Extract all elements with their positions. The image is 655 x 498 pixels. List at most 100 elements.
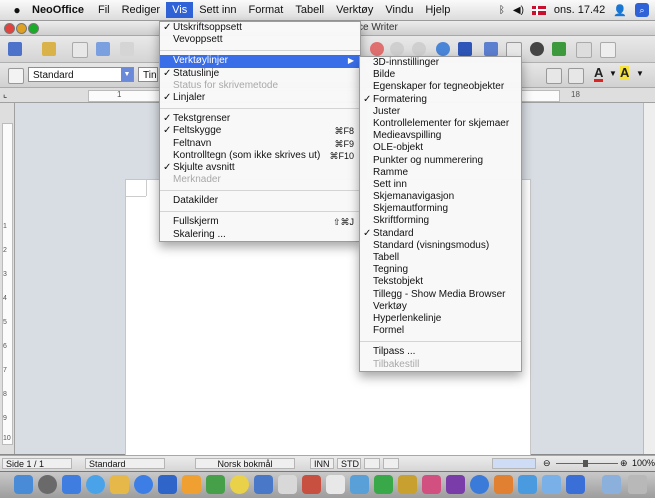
- menu-format[interactable]: Format: [243, 2, 290, 18]
- toolbar-item-ramme[interactable]: Ramme: [360, 167, 521, 179]
- toolbar-item-medieavspilling[interactable]: Medieavspilling: [360, 130, 521, 142]
- save-icon[interactable]: [72, 42, 88, 58]
- open-folder-icon[interactable]: [42, 42, 56, 56]
- toolbar-item-tekstobjekt[interactable]: Tekstobjekt: [360, 276, 521, 288]
- apple-menu-icon[interactable]: ●: [6, 3, 28, 17]
- imovie-icon[interactable]: [206, 475, 225, 494]
- toolbar-item-punkter-og-nummerering[interactable]: Punkter og nummerering: [360, 155, 521, 167]
- toolbar-item-skriftforming[interactable]: Skriftforming: [360, 215, 521, 227]
- vis-item-datakilder[interactable]: Datakilder: [160, 195, 360, 207]
- vis-item-skalering[interactable]: Skalering ...: [160, 229, 360, 241]
- app-icon[interactable]: [446, 475, 465, 494]
- new-document-icon[interactable]: [8, 42, 22, 56]
- language-indicator[interactable]: Norsk bokmål: [195, 458, 295, 469]
- datasource-icon[interactable]: [552, 42, 566, 56]
- page-style-indicator[interactable]: Standard: [85, 458, 165, 469]
- font-color-icon[interactable]: A: [594, 66, 604, 82]
- toolbar-item-standard[interactable]: ✓ Standard: [360, 228, 521, 240]
- menu-hjelp[interactable]: Hjelp: [419, 2, 456, 18]
- iphoto-icon[interactable]: [182, 475, 201, 494]
- toolbar-item-kontrollelementer-for-skjemaer[interactable]: Kontrollelementer for skjemaer: [360, 118, 521, 130]
- toolbar-item-tilpass[interactable]: Tilpass ...: [360, 346, 521, 358]
- menu-vis[interactable]: Vis: [166, 2, 194, 18]
- vertical-scrollbar[interactable]: [643, 103, 655, 454]
- vis-item-feltnavn[interactable]: Feltnavn ⌘F9: [160, 138, 360, 150]
- navigator-icon[interactable]: [370, 42, 384, 56]
- zoom-in-icon[interactable]: ⊕: [620, 458, 628, 469]
- toolbar-item-verktoy[interactable]: Verktøy: [360, 301, 521, 313]
- spotlight-icon[interactable]: ⌕: [635, 3, 649, 17]
- vis-item-fullskjerm[interactable]: Fullskjerm ⇧⌘J: [160, 216, 360, 228]
- toolbar-item-formatering[interactable]: ✓ Formatering: [360, 94, 521, 106]
- app-icon[interactable]: [494, 475, 513, 494]
- toolbar-item-ole-objekt[interactable]: OLE-objekt: [360, 142, 521, 154]
- toolbar-item-skjemanavigasjon[interactable]: Skjemanavigasjon: [360, 191, 521, 203]
- decrease-indent-icon[interactable]: [546, 68, 562, 84]
- vis-item-feltskygge[interactable]: ✓ Feltskygge ⌘F8: [160, 125, 360, 137]
- insert-mode-indicator[interactable]: INN: [310, 458, 334, 469]
- preview-icon[interactable]: [326, 475, 345, 494]
- toolbar-item-tabell[interactable]: Tabell: [360, 252, 521, 264]
- volume-icon[interactable]: ◀): [513, 5, 524, 16]
- nonprinting-chars-icon[interactable]: [576, 42, 592, 58]
- vis-item-kontrolltegn-som-ikke-skrives-ut[interactable]: Kontrolltegn (som ikke skrives ut) ⌘F10: [160, 150, 360, 162]
- user-icon[interactable]: 👤: [613, 4, 627, 17]
- mail-icon[interactable]: [62, 475, 81, 494]
- chevron-down-icon[interactable]: ▼: [121, 68, 133, 81]
- trash-icon[interactable]: [628, 475, 647, 494]
- highlight-color-icon[interactable]: A: [620, 66, 630, 80]
- close-window-icon[interactable]: [4, 23, 15, 34]
- menu-verktoy[interactable]: Verktøy: [330, 2, 379, 18]
- draw-icon[interactable]: [484, 42, 498, 56]
- itunes-icon[interactable]: [158, 475, 177, 494]
- calendar-icon[interactable]: [302, 475, 321, 494]
- bluetooth-icon[interactable]: ᛒ: [499, 5, 505, 16]
- toolbar-item-juster[interactable]: Juster: [360, 106, 521, 118]
- font-name-combo[interactable]: Tin: [138, 67, 158, 82]
- gallery-icon[interactable]: [530, 42, 544, 56]
- app-icon[interactable]: [542, 475, 561, 494]
- vis-item-verktoylinjer[interactable]: Verktøylinjer ▶: [160, 55, 360, 68]
- iweb-icon[interactable]: [254, 475, 273, 494]
- chevron-down-icon[interactable]: ▼: [636, 69, 644, 78]
- pdf-icon[interactable]: [120, 42, 134, 56]
- zoom-slider-thumb[interactable]: [583, 460, 588, 467]
- toolbar-item-skjemautforming[interactable]: Skjemautforming: [360, 203, 521, 215]
- toolbar-item-3d-innstillinger[interactable]: 3D-innstillinger: [360, 57, 521, 69]
- vis-item-vevoppsett[interactable]: Vevoppsett: [160, 34, 360, 46]
- idvd-icon[interactable]: [278, 475, 297, 494]
- app-icon[interactable]: [470, 475, 489, 494]
- garageband-icon[interactable]: [230, 475, 249, 494]
- menu-rediger[interactable]: Rediger: [116, 2, 167, 18]
- selection-mode-indicator[interactable]: STD: [337, 458, 361, 469]
- minimize-window-icon[interactable]: [16, 23, 27, 34]
- app-icon[interactable]: [518, 475, 537, 494]
- increase-indent-icon[interactable]: [568, 68, 584, 84]
- tab-stop-icon[interactable]: ⌞: [3, 89, 7, 100]
- zoom-percent[interactable]: 100%: [632, 458, 655, 468]
- system-preferences-icon[interactable]: [350, 475, 369, 494]
- zoom-out-icon[interactable]: ⊖: [543, 458, 551, 469]
- view-layout-buttons[interactable]: [492, 458, 536, 469]
- menubar-clock[interactable]: ons. 17.42: [554, 4, 605, 16]
- vis-item-statuslinje[interactable]: ✓ Statuslinje: [160, 68, 360, 80]
- menu-fil[interactable]: Fil: [92, 2, 116, 18]
- toolbar-item-hyperlenkelinje[interactable]: Hyperlenkelinje: [360, 313, 521, 325]
- chevron-down-icon[interactable]: ▼: [609, 69, 617, 78]
- address-book-icon[interactable]: [110, 475, 129, 494]
- menu-vindu[interactable]: Vindu: [379, 2, 419, 18]
- ichat-icon[interactable]: [134, 475, 153, 494]
- finder-icon[interactable]: [14, 475, 33, 494]
- vis-item-utskriftsoppsett[interactable]: ✓ Utskriftsoppsett: [160, 22, 360, 34]
- activity-monitor-icon[interactable]: [374, 475, 393, 494]
- vis-item-tekstgrenser[interactable]: ✓ Tekstgrenser: [160, 113, 360, 125]
- paragraph-style-combo[interactable]: Standard ▼: [28, 67, 134, 82]
- undo-icon[interactable]: [390, 42, 404, 56]
- toolbar-item-sett-inn[interactable]: Sett inn: [360, 179, 521, 191]
- app-icon[interactable]: [422, 475, 441, 494]
- toolbar-item-egenskaper-for-tegneobjekter[interactable]: Egenskaper for tegneobjekter: [360, 81, 521, 93]
- neooffice-icon[interactable]: [398, 475, 417, 494]
- vertical-ruler[interactable]: 1 2 3 4 5 6 7 8 9 10: [0, 103, 15, 454]
- menu-tabell[interactable]: Tabell: [289, 2, 330, 18]
- downloads-stack-icon[interactable]: [602, 475, 621, 494]
